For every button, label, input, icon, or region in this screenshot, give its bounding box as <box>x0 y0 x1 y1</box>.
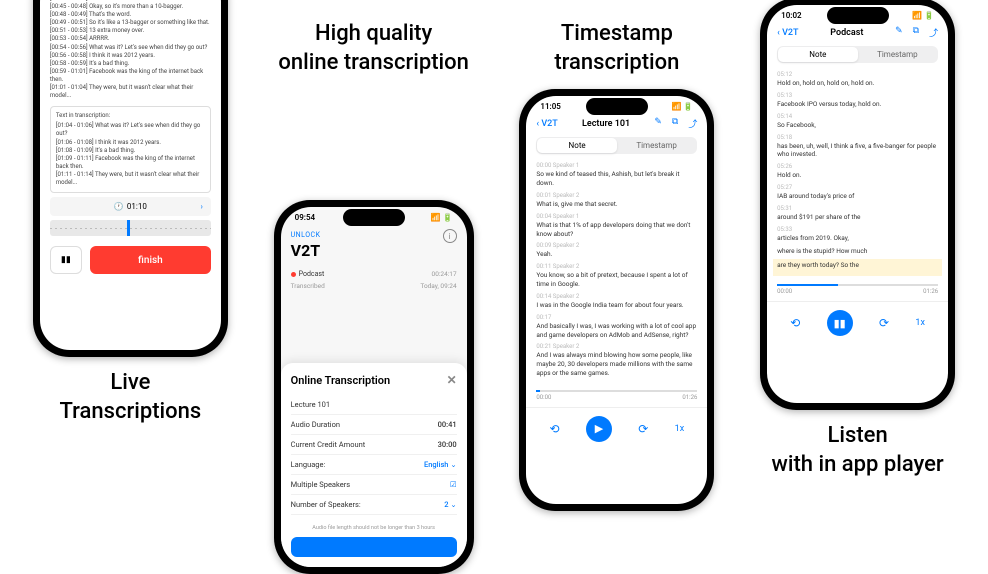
progress-bar[interactable] <box>536 390 697 392</box>
transcript-body: 00:00 Speaker 1So we kind of teased this… <box>526 158 707 385</box>
nav-actions: ✎ ⧉ ⤴ <box>654 117 697 130</box>
status-icons: 📶 🔋 <box>671 102 693 111</box>
copy-icon[interactable]: ⧉ <box>672 117 678 130</box>
close-icon[interactable]: ✕ <box>447 373 457 387</box>
progress-bar[interactable] <box>777 284 938 286</box>
app-name: V2T <box>291 241 457 260</box>
panel-caption: LiveTranscriptions <box>60 369 202 426</box>
tab-segmented-control[interactable]: Note Timestamp <box>777 46 938 63</box>
nav-title: Lecture 101 <box>582 119 630 129</box>
copy-icon[interactable]: ⧉ <box>913 26 919 39</box>
share-icon[interactable]: ⤴ <box>688 117 697 130</box>
phone-notch <box>343 209 405 226</box>
panel-caption: Timestamptranscription <box>554 20 679 77</box>
panel-timestamp-transcription: Timestamptranscription 11:05 📶 🔋 ‹ V2T L… <box>519 20 714 484</box>
back-button[interactable]: ‹ V2T <box>536 119 557 129</box>
phone-screen: 09:54 📶 🔋 i UNLOCK V2T Podcast 00:24:17 … <box>281 207 467 567</box>
rewind-icon[interactable]: ⟲ <box>550 422 560 436</box>
progress-start: 00:00 <box>536 394 551 401</box>
back-button[interactable]: ‹ V2T <box>777 28 798 38</box>
tab-segmented-control[interactable]: Note Timestamp <box>536 137 697 154</box>
nav-bar: ‹ V2T Lecture 101 ✎ ⧉ ⤴ <box>526 114 707 133</box>
box-title: Text in transcription: <box>56 112 205 120</box>
panel-live-transcriptions: Untitled Default [00:44 - 00:45] So what… <box>33 20 228 484</box>
file-date: Today, 09:24 <box>420 282 456 290</box>
nav-title: Podcast <box>830 28 863 38</box>
timer-value: 01:10 <box>127 202 147 211</box>
progress-end: 01:26 <box>682 394 697 401</box>
nav-actions: ✎ ⧉ ⤴ <box>895 26 938 39</box>
transcription-sheet: Online Transcription ✕ Lecture 101Audio … <box>281 363 467 567</box>
tab-note[interactable]: Note <box>778 47 858 62</box>
phone-frame: Untitled Default [00:44 - 00:45] So what… <box>33 0 228 357</box>
pause-button[interactable]: ▮▮ <box>827 310 853 336</box>
timer-bar[interactable]: 🕐01:10 › <box>50 197 211 216</box>
phone-notch <box>586 98 648 115</box>
tab-timestamp[interactable]: Timestamp <box>858 47 938 62</box>
sheet-note: Audio file length should not be longer t… <box>291 525 457 531</box>
share-icon[interactable]: ⤴ <box>929 26 938 39</box>
recording-controls: ▮▮ finish <box>40 240 221 284</box>
sheet-title: Online Transcription <box>291 374 391 387</box>
nav-bar: ‹ V2T Podcast ✎ ⧉ ⤴ <box>767 23 948 42</box>
panel-online-transcription: High qualityonline transcription 09:54 📶… <box>274 20 474 484</box>
sheet-row[interactable]: Language:English ⌄ <box>291 455 457 475</box>
status-icons: 📶 🔋 <box>912 11 934 20</box>
phone-screen: 11:05 📶 🔋 ‹ V2T Lecture 101 ✎ ⧉ ⤴ Note T… <box>526 96 707 504</box>
audio-scrubber[interactable] <box>50 220 211 236</box>
pause-button[interactable]: ▮▮ <box>50 246 82 274</box>
rewind-icon[interactable]: ⟲ <box>790 316 800 330</box>
panel-in-app-player: 10:02 📶 🔋 ‹ V2T Podcast ✎ ⧉ ⤴ Note Times… <box>760 20 955 484</box>
finish-button[interactable]: finish <box>90 246 211 274</box>
status-time: 10:02 <box>781 11 801 20</box>
file-name: Podcast <box>299 270 325 278</box>
tab-timestamp[interactable]: Timestamp <box>617 138 697 153</box>
transcript-body: 05:12Hold on, hold on, hold on, hold on.… <box>767 67 948 280</box>
sheet-row[interactable]: Lecture 101 <box>291 395 457 415</box>
progress-start: 00:00 <box>777 288 792 295</box>
panel-caption: Listenwith in app player <box>772 422 944 479</box>
in-progress-box: Text in transcription: [01:04 - 01:06] W… <box>50 106 211 193</box>
file-duration: 00:24:17 <box>432 270 457 278</box>
play-button[interactable]: ▶ <box>586 416 612 442</box>
speed-toggle[interactable]: 1x <box>915 318 925 328</box>
phone-notch <box>827 7 889 24</box>
audio-player: ⟲ ▮▮ ⟳ 1x <box>767 301 948 350</box>
sheet-row[interactable]: Number of Speakers:2 ⌄ <box>291 495 457 515</box>
edit-icon[interactable]: ✎ <box>654 117 662 130</box>
transcribe-button[interactable] <box>291 537 457 557</box>
forward-icon[interactable]: ⟳ <box>638 422 648 436</box>
transcript-log: [00:44 - 00:45] So what are we at now?[0… <box>40 0 221 100</box>
sheet-row[interactable]: Audio Duration00:41 <box>291 415 457 435</box>
status-dot-icon <box>291 272 296 277</box>
phone-frame: 09:54 📶 🔋 i UNLOCK V2T Podcast 00:24:17 … <box>274 200 474 574</box>
unlock-link[interactable]: UNLOCK <box>291 231 457 239</box>
phone-frame: 10:02 📶 🔋 ‹ V2T Podcast ✎ ⧉ ⤴ Note Times… <box>760 0 955 410</box>
status-time: 11:05 <box>540 102 560 111</box>
speed-toggle[interactable]: 1x <box>675 424 685 434</box>
file-sub: Transcribed <box>291 282 325 290</box>
forward-icon[interactable]: ⟳ <box>879 316 889 330</box>
phone-frame: 11:05 📶 🔋 ‹ V2T Lecture 101 ✎ ⧉ ⤴ Note T… <box>519 89 714 511</box>
status-time: 09:54 <box>295 213 315 222</box>
tab-note[interactable]: Note <box>537 138 617 153</box>
phone-screen: 10:02 📶 🔋 ‹ V2T Podcast ✎ ⧉ ⤴ Note Times… <box>767 5 948 403</box>
sheet-row[interactable]: Current Credit Amount30:00 <box>291 435 457 455</box>
sheet-row[interactable]: Multiple Speakers☑ <box>291 475 457 495</box>
chevron-right-icon: › <box>200 202 202 211</box>
help-icon[interactable]: i <box>443 229 457 243</box>
file-row[interactable]: Podcast 00:24:17 <box>291 266 457 282</box>
edit-icon[interactable]: ✎ <box>895 26 903 39</box>
phone-screen: Untitled Default [00:44 - 00:45] So what… <box>40 0 221 350</box>
progress-end: 01:26 <box>923 288 938 295</box>
panel-caption: High qualityonline transcription <box>278 20 468 77</box>
status-icons: 📶 🔋 <box>431 213 453 222</box>
audio-player: ⟲ ▶ ⟳ 1x <box>526 407 707 456</box>
